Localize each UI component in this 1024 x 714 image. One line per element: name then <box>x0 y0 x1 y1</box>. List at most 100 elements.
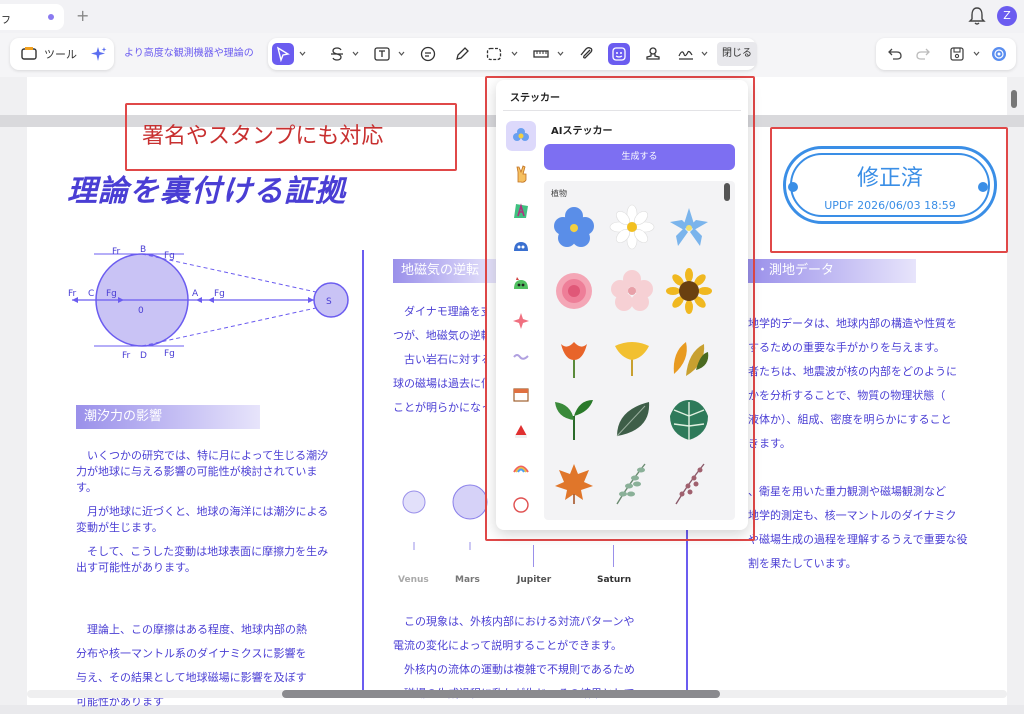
section-heading-tide: 潮汐力の影響 <box>76 405 260 429</box>
text-line: 地学的データは、地球内部の構造や性質を <box>748 317 957 330</box>
category-letter-icon[interactable] <box>506 196 536 226</box>
sticker-blue-flower-icon[interactable] <box>551 204 597 250</box>
document-snippet-text: より高度な観測機器や理論の <box>124 48 254 59</box>
chevron-down-icon[interactable] <box>398 50 405 57</box>
category-sparkle-icon[interactable] <box>506 306 536 336</box>
measure-icon[interactable] <box>530 43 552 65</box>
text-line: きます。 <box>748 437 791 450</box>
paragraph: そして、こうした変動は地球表面に摩擦力を生み出す可能性があります。 <box>76 545 329 574</box>
category-text-art-icon[interactable] <box>506 342 536 372</box>
right-column-text: 地学的データは、地球内部の構造や性質を するための重要な手がかりを与えます。 者… <box>748 312 1000 576</box>
text-line: 外核内の流体の運動は複雑で不規則であるため <box>404 663 635 676</box>
chevron-down-icon[interactable] <box>299 50 306 57</box>
pencil-icon[interactable] <box>451 43 473 65</box>
chevron-down-icon[interactable] <box>701 50 708 57</box>
fg-label: Fg <box>106 289 117 299</box>
shape-rectangle-icon[interactable] <box>483 43 505 65</box>
sticker-sunflower-icon[interactable] <box>666 268 712 314</box>
tools-icon[interactable] <box>18 43 40 65</box>
signature-icon[interactable] <box>675 43 697 65</box>
text-box-icon[interactable] <box>371 43 393 65</box>
text-line: 地学的測定も、核一マントルのダイナミク <box>748 509 957 522</box>
sticker-scrollbar[interactable] <box>724 183 730 201</box>
fg-label: Fg <box>164 349 175 359</box>
fg-label: Fg <box>164 251 175 261</box>
text-line: かを分析することで、物質の物理状態（ <box>748 389 946 402</box>
undo-icon[interactable] <box>884 43 906 65</box>
left-margin <box>0 77 27 705</box>
save-icon[interactable] <box>946 43 968 65</box>
annotation-toolbar <box>268 38 756 70</box>
chevron-down-icon[interactable] <box>511 50 518 57</box>
horizontal-scrollbar[interactable] <box>282 690 720 698</box>
chevron-down-icon[interactable] <box>352 50 359 57</box>
sticker-light-pink-flower-icon[interactable] <box>609 268 655 314</box>
document-tab[interactable]: ㇷ <box>0 4 64 30</box>
sticker-daisy-icon[interactable] <box>609 204 655 250</box>
text-line: つが、地磁気の逆転 <box>393 329 487 342</box>
select-cursor-icon[interactable] <box>272 43 294 65</box>
section-heading-geomagnetic: 地磁気の逆転 <box>393 259 497 283</box>
sticker-monstera-leaf-icon[interactable] <box>666 396 712 442</box>
sticker-dark-leaf-icon[interactable] <box>609 396 655 442</box>
text-line: 球の磁場は過去に何 <box>393 377 487 390</box>
fr-label: Fr <box>112 247 121 257</box>
chevron-down-icon[interactable] <box>557 50 564 57</box>
chevron-down-icon[interactable] <box>973 50 980 57</box>
user-avatar[interactable]: Z <box>997 6 1017 26</box>
category-flower-icon[interactable] <box>506 121 536 151</box>
tools-label[interactable]: ツール <box>44 46 77 62</box>
tools-group: ツール <box>10 38 114 70</box>
category-monster-icon[interactable] <box>506 232 536 262</box>
notification-bell-icon[interactable] <box>968 6 986 26</box>
add-tab-button[interactable]: + <box>76 6 89 25</box>
sticker-eucalyptus-icon[interactable] <box>609 460 655 506</box>
s-label: S <box>326 297 332 307</box>
category-calendar-icon[interactable] <box>506 379 536 409</box>
generate-button[interactable]: 生成する <box>544 144 735 170</box>
text-line: 理論上、この摩擦はある程度、地球内部の熱 <box>87 623 307 636</box>
planet-tick <box>613 545 614 567</box>
document-title: 理論を裏付ける証拠 <box>67 174 346 209</box>
sticker-blue-lily-icon[interactable] <box>666 204 712 250</box>
left-column-text-2: 理論上、この摩擦はある程度、地球内部の熱 分布や核一マントル系のダイナミクスに影… <box>76 618 346 714</box>
ai-sparkle-icon[interactable] <box>88 43 110 65</box>
ai-assistant-icon[interactable] <box>988 43 1010 65</box>
sticker-pink-rose-icon[interactable] <box>551 268 597 314</box>
text-line: この現象は、外核内部における対流パターンや <box>404 615 635 628</box>
text-line: 電流の変化によって説明することができます。 <box>393 639 623 652</box>
b-label: B <box>140 245 146 255</box>
category-creature-icon[interactable] <box>506 269 536 299</box>
attachment-icon[interactable] <box>576 43 598 65</box>
planet-size-comparison <box>402 484 488 550</box>
planet-label: Mars <box>455 575 480 585</box>
text-line: 分布や核一マントル系のダイナミクスに影響を <box>76 647 307 660</box>
paragraph: いくつかの研究では、特に月によって生じる潮汐力が地球に与える影響の可能性が検討さ… <box>76 449 329 494</box>
redo-icon[interactable] <box>912 43 934 65</box>
sticker-icon[interactable] <box>608 43 630 65</box>
fr-label: Fr <box>68 289 77 299</box>
stamp-subtitle: UPDF 2026/06/03 18:59 <box>824 199 956 212</box>
category-hand-icon[interactable] <box>506 159 536 189</box>
text-line: ことが明らかになっ <box>393 401 487 414</box>
category-rainbow-icon[interactable] <box>506 453 536 483</box>
sticker-dried-flower-icon[interactable] <box>666 460 712 506</box>
category-circle-icon[interactable] <box>506 490 536 520</box>
text-line: や磁場生成の過程を理解するうえで重要な役 <box>748 533 968 546</box>
tab-bar: ㇷ + Z <box>0 0 1024 33</box>
strikethrough-icon[interactable] <box>326 43 348 65</box>
sticker-green-sprout-icon[interactable] <box>551 396 597 442</box>
sticker-orange-tulip-icon[interactable] <box>551 334 597 380</box>
sticker-ginkgo-leaf-icon[interactable] <box>609 334 655 380</box>
sticker-autumn-leaves-icon[interactable] <box>666 334 712 380</box>
stamp-icon[interactable] <box>642 43 664 65</box>
callout-text: 署名やスタンプにも対応 <box>142 124 384 149</box>
comment-icon[interactable] <box>417 43 439 65</box>
category-holiday-icon[interactable] <box>506 416 536 446</box>
close-button[interactable]: 閉じる <box>717 42 757 66</box>
middle-column-text: ダイナモ理論を支 つが、地磁気の逆転 古い岩石に対する 球の磁場は過去に何 こと… <box>393 300 487 420</box>
sticker-maple-leaf-icon[interactable] <box>551 460 597 506</box>
vertical-scrollbar[interactable] <box>1011 90 1017 108</box>
tab-title: ㇷ <box>0 12 13 26</box>
text-line: 与え、その結果として地球磁場に影響を及ぼす <box>76 671 307 684</box>
